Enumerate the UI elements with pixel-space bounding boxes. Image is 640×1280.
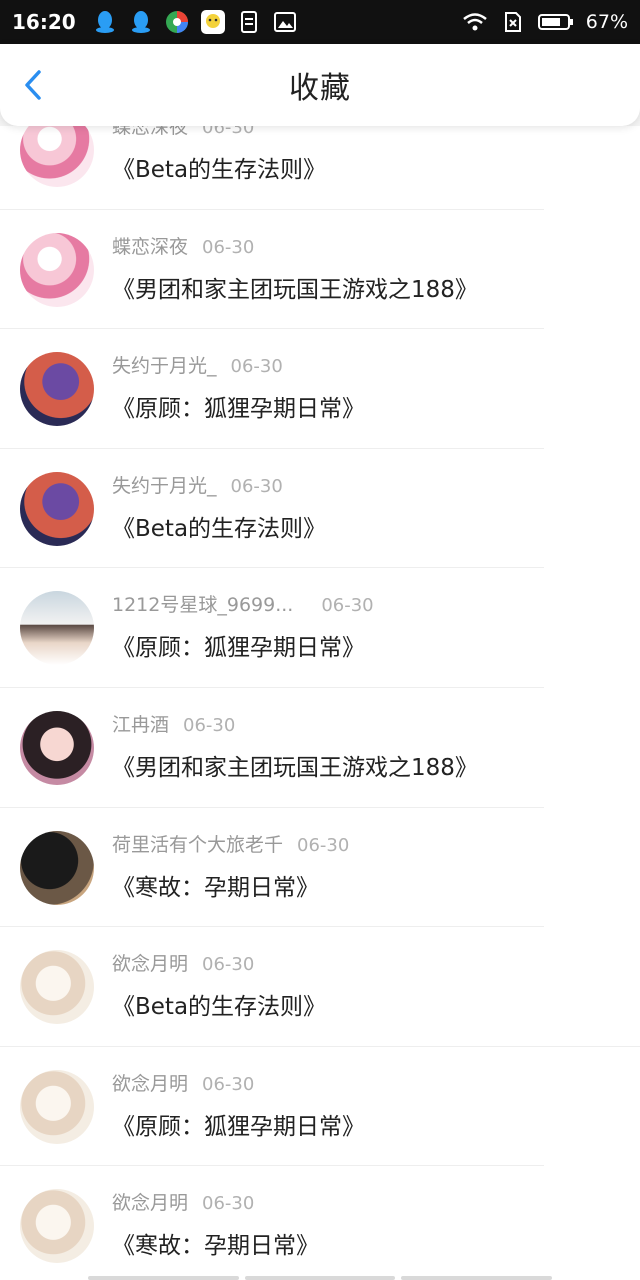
avatar[interactable] (20, 126, 94, 187)
sim-icon (500, 9, 526, 35)
list-item[interactable]: 荷里活有个大旅老千 06-30 《寒故：孕期日常》 (0, 808, 640, 928)
qq-icon (92, 9, 118, 35)
avatar[interactable] (20, 950, 94, 1025)
author-name[interactable]: 蝶恋深夜 (112, 236, 188, 258)
book-title[interactable]: 《寒故：孕期日常》 (112, 868, 319, 902)
status-left: 16:20 (12, 9, 298, 35)
author-name[interactable]: 江冉酒 (112, 714, 169, 736)
list-item[interactable]: 失约于月光_ 06-30 《Beta的生存法则》 (0, 449, 640, 569)
book-title[interactable]: 《Beta的生存法则》 (112, 150, 326, 184)
author-name[interactable]: 蝶恋深夜 (112, 126, 188, 138)
item-meta: 失约于月光_ 06-30 (112, 351, 283, 378)
author-name[interactable]: 欲念月明 (112, 1192, 188, 1214)
avatar[interactable] (20, 710, 94, 785)
item-date: 06-30 (230, 356, 283, 378)
item-meta: 蝶恋深夜 06-30 (112, 126, 254, 139)
item-date: 06-30 (202, 954, 255, 976)
book-title[interactable]: 《原顾：狐狸孕期日常》 (112, 1107, 365, 1141)
page-title: 收藏 (289, 71, 351, 106)
image-icon (272, 9, 298, 35)
book-title[interactable]: 《Beta的生存法则》 (112, 987, 326, 1021)
author-name[interactable]: 失约于月光_ (112, 475, 217, 497)
wifi-icon (462, 9, 488, 35)
item-meta: 失约于月光_ 06-30 (112, 471, 283, 498)
item-date: 06-30 (230, 475, 283, 497)
avatar[interactable] (20, 232, 94, 307)
item-date: 06-30 (202, 1073, 255, 1095)
item-meta: 蝶恋深夜 06-30 (112, 232, 254, 259)
book-title[interactable]: 《Beta的生存法则》 (112, 509, 326, 543)
list-item[interactable]: 蝶恋深夜 06-30 《Beta的生存法则》 (0, 126, 640, 210)
scroll-segment (88, 1276, 239, 1280)
list-item[interactable]: 欲念月明 06-30 《寒故：孕期日常》 (0, 1166, 640, 1280)
author-name[interactable]: 欲念月明 (112, 953, 188, 975)
browser-icon (164, 9, 190, 35)
avatar[interactable] (20, 1189, 94, 1264)
list-item[interactable]: 1212号星球_9699... 06-30 《原顾：狐狸孕期日常》 (0, 568, 640, 688)
avatar[interactable] (20, 591, 94, 666)
document-icon (236, 9, 262, 35)
author-name[interactable]: 1212号星球_9699... (112, 594, 293, 616)
status-time: 16:20 (12, 10, 76, 34)
item-meta: 欲念月明 06-30 (112, 1188, 254, 1215)
qq-icon (128, 9, 154, 35)
header: 收藏 (0, 44, 640, 126)
item-meta: 江冉酒 06-30 (112, 710, 235, 737)
list-item[interactable]: 失约于月光_ 06-30 《原顾：狐狸孕期日常》 (0, 329, 640, 449)
scroll-segment (401, 1276, 553, 1280)
item-date: 06-30 (321, 595, 374, 617)
list-item[interactable]: 欲念月明 06-30 《Beta的生存法则》 (0, 927, 640, 1047)
battery-icon (537, 9, 574, 35)
item-meta: 荷里活有个大旅老千 06-30 (112, 830, 349, 857)
item-meta: 1212号星球_9699... 06-30 (112, 590, 374, 617)
list-item[interactable]: 欲念月明 06-30 《原顾：狐狸孕期日常》 (0, 1047, 640, 1167)
favorites-list[interactable]: 蝶恋深夜 06-30 《Beta的生存法则》 蝶恋深夜 06-30 《男团和家主团玩… (0, 126, 640, 1280)
item-date: 06-30 (202, 236, 255, 258)
item-meta: 欲念月明 06-30 (112, 949, 254, 976)
book-title[interactable]: 《寒故：孕期日常》 (112, 1226, 319, 1260)
author-name[interactable]: 失约于月光_ (112, 355, 217, 377)
avatar[interactable] (20, 1069, 94, 1144)
scroll-segment (244, 1276, 396, 1280)
list-item[interactable]: 江冉酒 06-30 《男团和家主团玩国王游戏之188》 (0, 688, 640, 808)
book-title[interactable]: 《男团和家主团玩国王游戏之188》 (112, 748, 478, 782)
list-item[interactable]: 蝶恋深夜 06-30 《男团和家主团玩国王游戏之188》 (0, 210, 640, 330)
item-meta: 欲念月明 06-30 (112, 1069, 254, 1096)
item-date: 06-30 (297, 834, 350, 856)
status-right: 67% (462, 9, 628, 35)
author-name[interactable]: 荷里活有个大旅老千 (112, 834, 283, 856)
item-date: 06-30 (202, 1193, 255, 1215)
battery-percent: 67% (585, 11, 628, 33)
avatar[interactable] (20, 352, 94, 427)
chat-app-icon (200, 9, 226, 35)
favorites-list-inner: 蝶恋深夜 06-30 《Beta的生存法则》 蝶恋深夜 06-30 《男团和家主团玩… (0, 126, 640, 1280)
author-name[interactable]: 欲念月明 (112, 1073, 188, 1095)
bottom-scroll-indicator (88, 1276, 553, 1280)
avatar[interactable] (20, 830, 94, 905)
status-bar: 16:20 67% (0, 0, 640, 44)
book-title[interactable]: 《原顾：狐狸孕期日常》 (112, 389, 365, 423)
book-title[interactable]: 《原顾：狐狸孕期日常》 (112, 628, 365, 662)
avatar[interactable] (20, 471, 94, 546)
item-date: 06-30 (202, 126, 255, 138)
back-chevron-icon (25, 70, 41, 100)
book-title[interactable]: 《男团和家主团玩国王游戏之188》 (112, 270, 478, 304)
back-button[interactable] (18, 68, 52, 102)
item-date: 06-30 (183, 714, 236, 736)
